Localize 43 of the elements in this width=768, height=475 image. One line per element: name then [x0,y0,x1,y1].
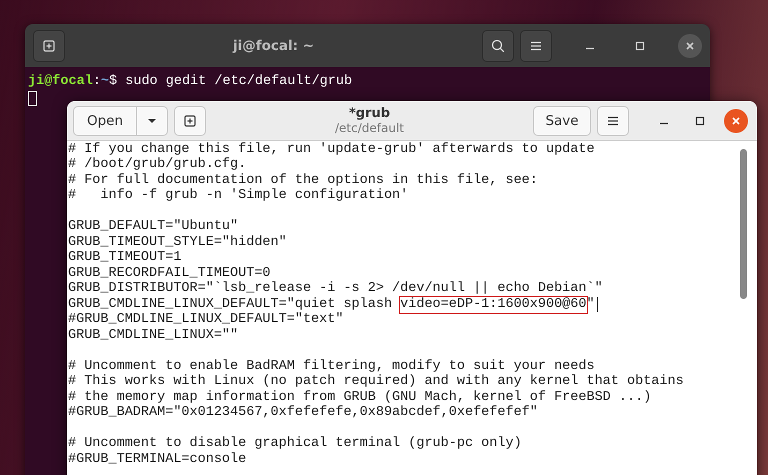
open-button[interactable]: Open [73,106,137,136]
code-line: # If you change this file, run 'update-grub' afterwards to update [68,142,596,157]
prompt-path: ~ [100,74,110,89]
prompt-sign: $ [109,74,118,89]
code-line: # This works with Linux (no patch required) and with any kernel that obtains [68,374,685,390]
new-tab-button[interactable] [33,30,65,62]
code-line: GRUB_RECORDFAIL_TIMEOUT=0 [68,266,272,281]
terminal-cursor [28,91,37,106]
code-line: #GRUB_TERMINAL=console [68,452,248,468]
code-line: GRUB_TIMEOUT_STYLE="hidden" [68,235,288,250]
code-line: GRUB_CMDLINE_LINUX="" [68,328,240,344]
search-icon [490,38,506,54]
minimize-icon [585,47,595,50]
code-line: #GRUB_CMDLINE_LINUX_DEFAULT="text" [68,312,344,328]
close-button[interactable] [678,34,702,58]
code-line: # Uncomment to disable graphical terminal (grub-pc only) [68,436,523,452]
close-button[interactable] [724,108,748,132]
highlighted-text: video=eDP-1:1600x900@60 [400,296,586,313]
code-line: # For full documentation of the options in this file, see: [68,173,539,188]
document-title: *grub [348,106,390,120]
command-text: sudo gedit /etc/default/grub [125,74,352,89]
code-line: GRUB_DISTRIBUTOR="`lsb_release -i -s 2> /dev/null || echo Debian`" [68,282,604,297]
code-text: " [586,296,595,313]
code-line: # Uncomment to enable BadRAM filtering, modify to suit your needs [68,359,596,374]
code-line: # /boot/grub/grub.cfg. [68,158,248,173]
menu-button[interactable] [520,30,552,62]
window-title: ji@focal: ~ [232,38,316,54]
code-line: GRUB_TIMEOUT=1 [68,250,182,266]
save-button[interactable]: Save [533,106,591,136]
code-line: #GRUB_BADRAM="0x01234567,0xfefefefe,0x89abcdef,0xefefefef" [68,406,539,421]
new-tab-icon [182,112,198,128]
code-text: GRUB_CMDLINE_LINUX_DEFAULT="quiet splash [68,296,394,312]
dropdown-arrow-icon [146,116,158,124]
code-line: GRUB_DEFAULT="Ubuntu" [68,220,240,235]
search-button[interactable] [482,30,514,62]
scrollbar[interactable] [740,149,747,299]
code-line: # the memory map information from GRUB (GNU Mach, kernel of FreeBSD ...) [68,390,652,405]
code-line: # info -f grub -n 'Simple configuration' [68,188,410,204]
new-tab-icon [41,38,57,54]
prompt-user: ji@focal [28,74,93,89]
document-path: /etc/default [335,120,404,136]
minimize-icon [659,122,669,125]
prompt-separator: : [92,74,101,89]
